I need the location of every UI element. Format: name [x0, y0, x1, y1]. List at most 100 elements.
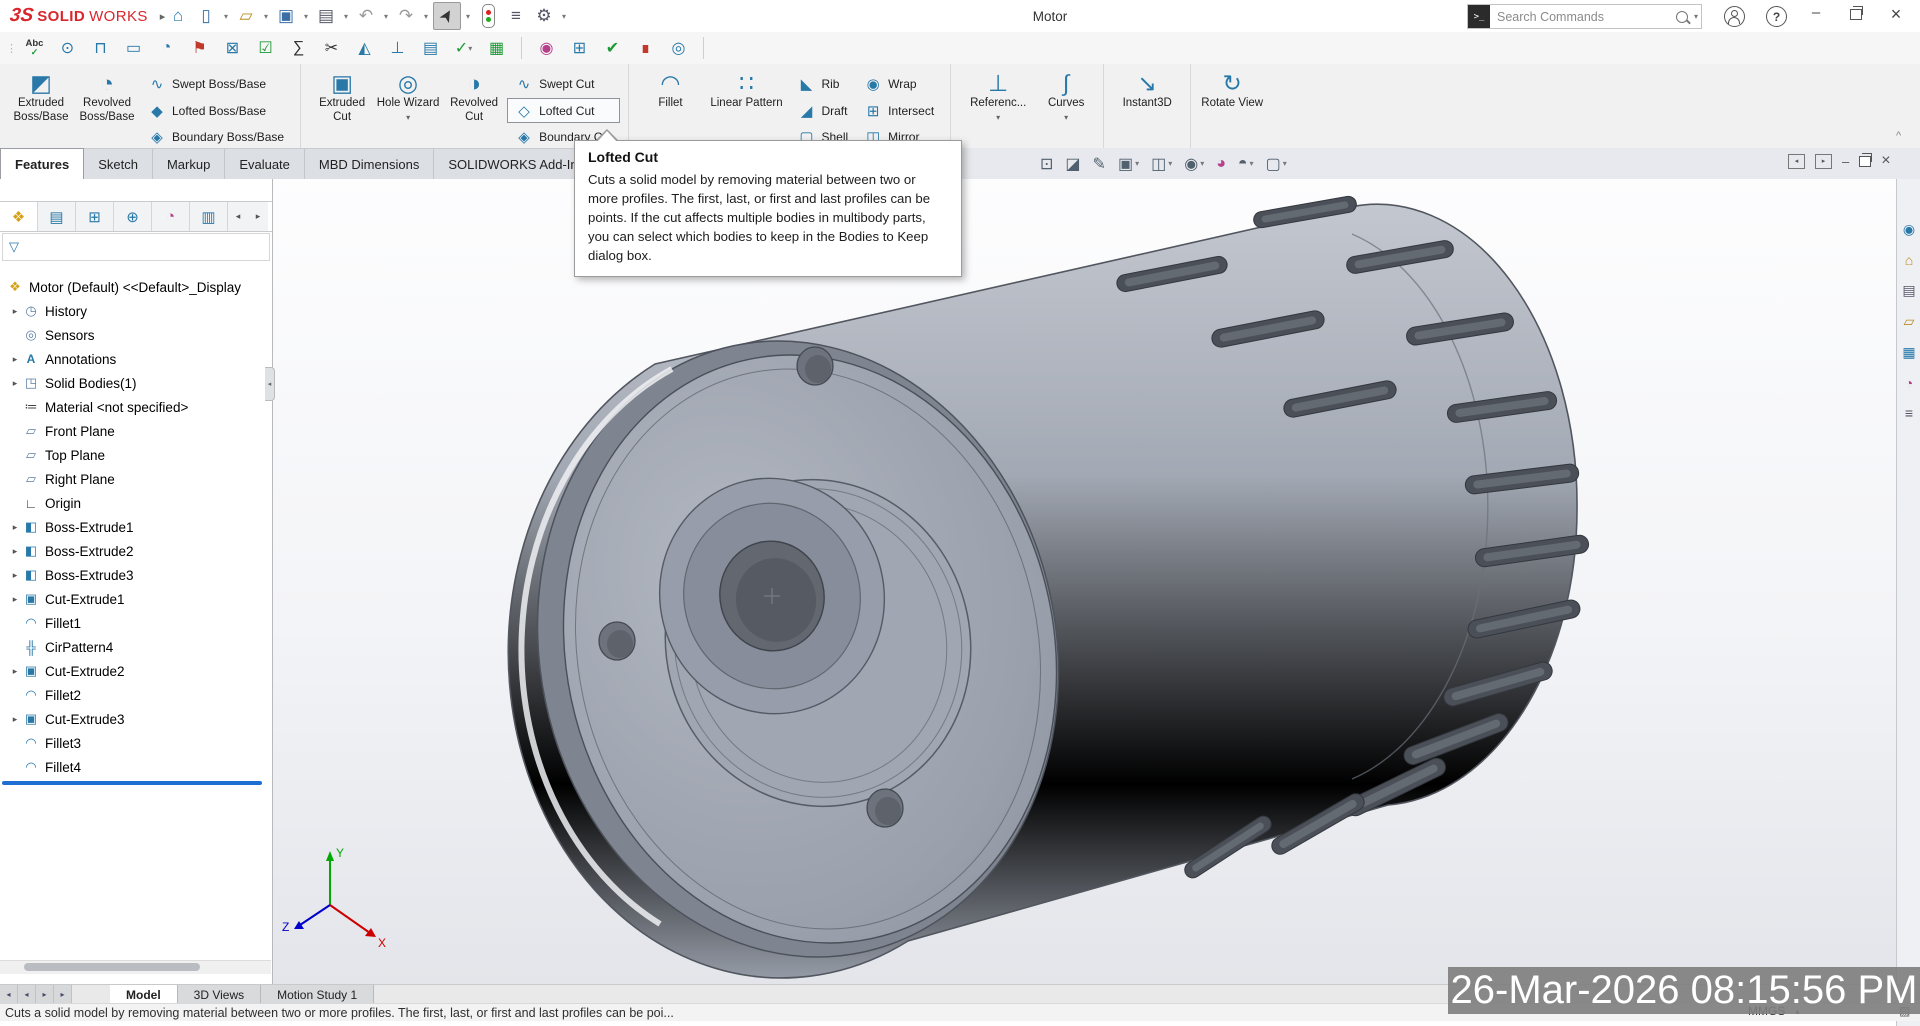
swept-cut-button[interactable]: ∿Swept Cut	[507, 71, 620, 97]
configuration-manager-tab[interactable]: ⊞	[76, 202, 114, 231]
panel-splitter-handle[interactable]: ◂	[265, 367, 275, 401]
tree-root[interactable]: ❖ Motor (Default) <<Default>_Display	[0, 275, 270, 299]
linear-pattern-button[interactable]: ∷ Linear Pattern	[703, 66, 789, 150]
tree-item-origin[interactable]: ∟Origin	[0, 491, 270, 515]
next-tab-button[interactable]: ▸	[36, 985, 54, 1004]
annotation-views-button[interactable]: ✎	[1093, 154, 1106, 174]
expand-icon[interactable]: ▸	[8, 354, 22, 365]
home-button[interactable]: ⌂	[165, 3, 191, 29]
expand-icon[interactable]: ▸	[8, 306, 22, 317]
expand-icon[interactable]: ▸	[8, 522, 22, 533]
intersect-button[interactable]: ⊞Intersect	[856, 98, 942, 124]
3d-web-button[interactable]: ◎	[665, 35, 692, 61]
hole-wizard-button[interactable]: ◎ Hole Wizard ▾	[375, 66, 441, 150]
doc-restore-button[interactable]	[1859, 156, 1871, 167]
edit-appearance-button[interactable]: ◕	[1216, 155, 1226, 173]
select-tool-button[interactable]: ➤	[433, 2, 461, 30]
spell-check-button[interactable]: Abc✓	[21, 35, 48, 61]
ribbon-collapse-icon[interactable]: ^	[1896, 130, 1901, 142]
tree-item-cut-extrude1[interactable]: ▸▣Cut-Extrude1	[0, 587, 270, 611]
pane-display-tab[interactable]: ▥	[190, 202, 228, 231]
print-caret-icon[interactable]: ▾	[341, 12, 351, 21]
tree-item-annotations[interactable]: ▸AAnnotations	[0, 347, 270, 371]
options-button[interactable]: ⚙	[531, 3, 557, 29]
graphics-viewport[interactable]: Y X Z	[0, 179, 1920, 984]
file-properties-2-button[interactable]: ▤	[417, 35, 444, 61]
help-button[interactable]: ?	[1766, 6, 1787, 27]
geometry-check-button[interactable]: ☑	[252, 35, 279, 61]
tree-item-boss-extrude3[interactable]: ▸◧Boss-Extrude3	[0, 563, 270, 587]
curves-button[interactable]: ∫ Curves ▾	[1037, 66, 1095, 150]
options-caret-icon[interactable]: ▾	[559, 12, 569, 21]
tab-motion-study-1[interactable]: Motion Study 1	[261, 985, 374, 1004]
sensor-button[interactable]: ⚑	[186, 35, 213, 61]
draft-button[interactable]: ◢Draft	[789, 98, 856, 124]
panel-horizontal-scrollbar[interactable]	[0, 960, 271, 974]
tree-item-cut-extrude3[interactable]: ▸▣Cut-Extrude3	[0, 707, 270, 731]
account-button[interactable]	[1724, 6, 1745, 27]
measure-button[interactable]: ⊓	[87, 35, 114, 61]
equations-button[interactable]: ∑	[285, 35, 312, 61]
trim-button[interactable]: ✂	[318, 35, 345, 61]
tab-evaluate[interactable]: Evaluate	[225, 148, 305, 179]
tree-item-fillet2[interactable]: ◠Fillet2	[0, 683, 270, 707]
revolved-boss-button[interactable]: ◔ Revolved Boss/Base	[74, 66, 140, 150]
expand-icon[interactable]: ▸	[8, 714, 22, 725]
save-caret-icon[interactable]: ▾	[301, 12, 311, 21]
property-manager-tab[interactable]: ▤	[38, 202, 76, 231]
save-button[interactable]: ▣	[273, 3, 299, 29]
expand-icon[interactable]: ▸	[8, 594, 22, 605]
redo-caret-icon[interactable]: ▾	[421, 12, 431, 21]
compare-button[interactable]: ∎	[632, 35, 659, 61]
search-input[interactable]: Search Commands	[1490, 10, 1676, 24]
doc-minimize-button[interactable]: –	[1842, 154, 1849, 169]
design-library-icon[interactable]: ▤	[1902, 282, 1915, 299]
revolved-cut-button[interactable]: ◑ Revolved Cut	[441, 66, 507, 150]
collapse-right-pane-button[interactable]: ▸	[1815, 154, 1832, 169]
feature-manager-tab[interactable]: ❖	[0, 202, 38, 231]
first-tab-button[interactable]: ◂	[0, 985, 18, 1004]
expand-icon[interactable]: ▸	[8, 546, 22, 557]
open-caret-icon[interactable]: ▾	[261, 12, 271, 21]
custom-properties-icon[interactable]: ≡	[1905, 405, 1913, 421]
excel-table-button[interactable]: ▦	[483, 35, 510, 61]
panel-tab-scroll-right-icon[interactable]: ▸	[248, 202, 268, 231]
doc-close-button[interactable]: ×	[1881, 152, 1890, 170]
check-entity-button[interactable]: ⊠	[219, 35, 246, 61]
tree-item-sensors[interactable]: ◎Sensors	[0, 323, 270, 347]
wrap-button[interactable]: ◉Wrap	[856, 71, 942, 97]
reference-geometry-button[interactable]: ⊥ Referenc... ▾	[959, 66, 1037, 150]
tree-item-fillet4[interactable]: ◠Fillet4	[0, 755, 270, 779]
tab-sketch[interactable]: Sketch	[84, 148, 153, 179]
appearances-scenes-icon[interactable]: ◔	[1905, 375, 1913, 391]
tree-item-top-plane[interactable]: ▱Top Plane	[0, 443, 270, 467]
new-caret-icon[interactable]: ▾	[221, 12, 231, 21]
file-explorer-icon[interactable]: ▱	[1904, 313, 1915, 330]
last-tab-button[interactable]: ▸	[54, 985, 72, 1004]
dimxpert-manager-tab[interactable]: ⊕	[114, 202, 152, 231]
design-checker-button[interactable]: ✓▾	[450, 35, 477, 61]
print-button[interactable]: ▤	[313, 3, 339, 29]
panel-tab-scroll-left-icon[interactable]: ◂	[228, 202, 248, 231]
boundary-boss-button[interactable]: ◈Boundary Boss/Base	[140, 124, 292, 150]
display-style-button[interactable]: ◫▾	[1151, 154, 1172, 174]
tab-features[interactable]: Features	[0, 148, 84, 180]
tab-mbd-dimensions[interactable]: MBD Dimensions	[305, 148, 434, 179]
tree-item-boss-extrude2[interactable]: ▸◧Boss-Extrude2	[0, 539, 270, 563]
hole-wizard-caret-icon[interactable]: ▾	[406, 113, 410, 122]
rotate-view-button[interactable]: ↻ Rotate View	[1199, 66, 1265, 150]
tab-3d-views[interactable]: 3D Views	[178, 985, 261, 1004]
expand-icon[interactable]: ▸	[8, 570, 22, 581]
reference-caret-icon[interactable]: ▾	[996, 113, 1000, 122]
fillet-button[interactable]: ◠ Fillet	[637, 66, 703, 150]
tree-item-cirpattern4[interactable]: ╬CirPattern4	[0, 635, 270, 659]
view-settings-button[interactable]: ▢▾	[1266, 154, 1287, 174]
rebuild-button[interactable]	[475, 3, 501, 29]
tree-item-history[interactable]: ▸◷History	[0, 299, 270, 323]
search-commands-box[interactable]: >_ Search Commands ▾	[1467, 4, 1702, 29]
apply-scene-button[interactable]: ◓▾	[1238, 155, 1254, 173]
lofted-cut-button[interactable]: ◇Lofted Cut	[507, 98, 620, 124]
prev-tab-button[interactable]: ◂	[18, 985, 36, 1004]
collapse-left-pane-button[interactable]: ◂	[1788, 154, 1805, 169]
view-palette-icon[interactable]: ▦	[1902, 344, 1915, 361]
